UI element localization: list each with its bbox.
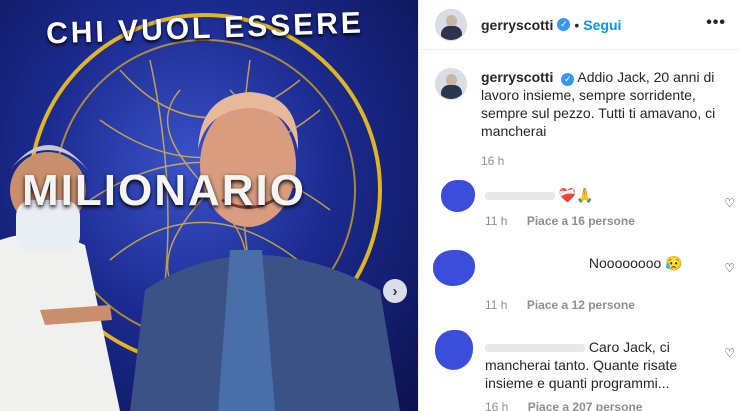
post-caption: gerryscotti ✓ Addio Jack, 20 anni di lav… <box>419 50 740 170</box>
separator-dot: • <box>574 16 580 33</box>
comment-meta: 11 h Piace a 12 persone <box>485 298 635 312</box>
follow-button[interactable]: Segui <box>583 17 621 33</box>
commenter-avatar[interactable] <box>435 330 473 370</box>
verified-icon: ✓ <box>557 18 571 31</box>
comment-text: Noooooooo 😥 <box>588 255 683 271</box>
post-side-panel: gerryscotti ✓ • Segui ••• gerryscotti ✓ … <box>418 0 740 411</box>
commenter-username[interactable] <box>485 192 555 201</box>
post-header: gerryscotti ✓ • Segui ••• <box>419 0 740 50</box>
like-comment-icon[interactable]: ♡ <box>724 261 735 275</box>
commenter-avatar[interactable] <box>441 180 475 212</box>
caption-avatar[interactable] <box>435 68 467 100</box>
commenter-username[interactable] <box>485 260 585 269</box>
show-brand-text: MILIONARIO <box>22 166 306 215</box>
comment-timestamp[interactable]: 11 h <box>485 298 507 312</box>
comment-likes[interactable]: Piace a 207 persone <box>528 400 643 411</box>
verified-icon: ✓ <box>561 72 575 86</box>
comment-likes[interactable]: Piace a 12 persone <box>527 298 635 312</box>
comment-meta: 16 h Piace a 207 persone <box>485 400 642 411</box>
next-photo-button[interactable]: › <box>383 279 407 303</box>
caption-timestamp[interactable]: 16 h <box>481 152 719 170</box>
caption-username[interactable]: gerryscotti <box>481 69 553 85</box>
comment-item: ❤️‍🩹🙏 11 h Piace a 16 persone ♡ <box>435 178 735 228</box>
comment-likes[interactable]: Piace a 16 persone <box>527 214 635 228</box>
like-comment-icon[interactable]: ♡ <box>724 346 735 360</box>
commenter-username[interactable] <box>485 344 585 353</box>
chevron-right-icon: › <box>392 282 398 300</box>
commenter-avatar[interactable] <box>433 250 475 286</box>
author-username[interactable]: gerryscotti <box>481 17 553 33</box>
post-photo[interactable]: CHI VUOL ESSERE MILIONARIO › <box>0 0 418 411</box>
like-comment-icon[interactable]: ♡ <box>724 196 735 210</box>
comment-meta: 11 h Piace a 16 persone <box>485 214 635 228</box>
comment-text: ❤️‍🩹🙏 <box>558 187 594 203</box>
author-avatar[interactable] <box>435 8 467 41</box>
comment-item: Noooooooo 😥 11 h Piace a 12 persone ♡ <box>433 248 735 314</box>
comment-timestamp[interactable]: 16 h <box>485 400 508 411</box>
more-options-icon[interactable]: ••• <box>706 14 726 32</box>
comment-item: Caro Jack, ci mancherai tanto. Quante ri… <box>435 326 735 411</box>
comment-timestamp[interactable]: 11 h <box>485 214 507 228</box>
